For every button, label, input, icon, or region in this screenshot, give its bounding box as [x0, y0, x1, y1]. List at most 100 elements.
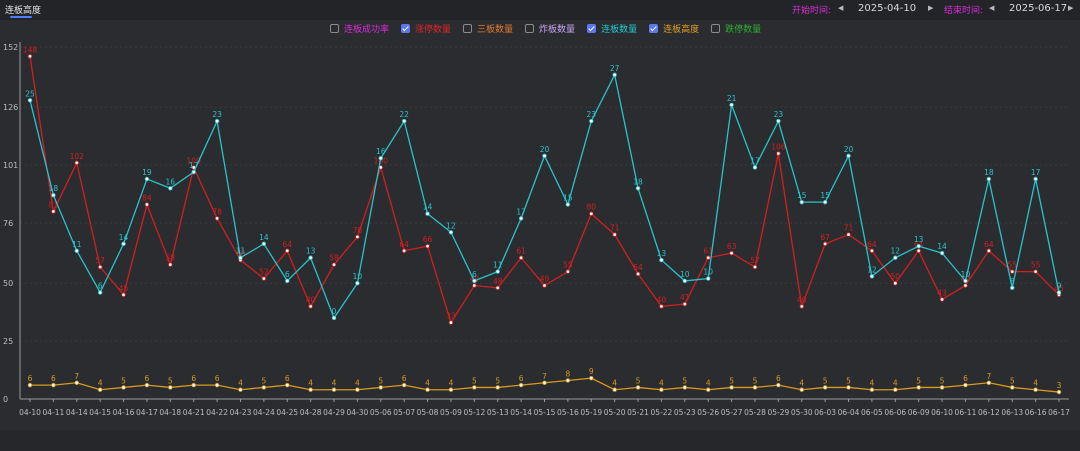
- data-label: 0: [332, 307, 337, 316]
- data-point: [308, 304, 313, 309]
- data-point: [331, 387, 337, 392]
- data-point: [74, 160, 79, 165]
- data-point: [74, 380, 79, 385]
- data-point: [331, 262, 337, 267]
- data-label: 13: [657, 249, 667, 258]
- x-tick-label: 05-06: [370, 408, 392, 417]
- data-point: [27, 382, 33, 388]
- x-tick-label: 04-15: [89, 408, 111, 417]
- y-tick-label: 25: [3, 337, 13, 346]
- data-label: 58: [166, 254, 176, 263]
- data-point: [963, 278, 968, 284]
- data-label: 5: [940, 376, 945, 385]
- x-tick-label: 04-25: [276, 408, 298, 417]
- data-label: 7: [542, 372, 547, 381]
- data-label: 10: [353, 272, 363, 281]
- data-point: [472, 278, 477, 284]
- data-point: [472, 385, 477, 390]
- line-chart: 025507610112615204-10 04-11 04-14 04-15 04-1…: [3, 42, 1070, 417]
- data-point: [635, 385, 641, 390]
- data-point: [1033, 387, 1038, 392]
- data-point: [893, 281, 898, 286]
- data-label: 70: [353, 226, 363, 235]
- data-label: 17: [750, 156, 760, 165]
- data-label: 6: [776, 374, 781, 383]
- bottom-scroll-area[interactable]: [0, 430, 1080, 451]
- data-point: [121, 385, 126, 390]
- x-tick-label: 06-03: [814, 408, 836, 417]
- data-point: [74, 248, 79, 253]
- x-tick-label: 06-17: [1048, 408, 1070, 417]
- data-point: [916, 248, 921, 253]
- data-point: [589, 211, 594, 216]
- data-label: 4: [238, 379, 243, 388]
- data-label: 71: [844, 224, 854, 233]
- data-point: [238, 255, 243, 260]
- data-point: [659, 257, 664, 263]
- data-point: [986, 248, 992, 253]
- data-label: 41: [680, 293, 690, 302]
- x-tick-label: 06-05: [861, 408, 883, 417]
- x-tick-label: 05-28: [744, 408, 766, 417]
- data-point: [776, 382, 781, 388]
- x-tick-label: 05-16: [557, 408, 579, 417]
- data-label: 4: [612, 379, 617, 388]
- data-label: 23: [586, 110, 596, 119]
- data-point: [963, 283, 968, 288]
- data-point: [261, 385, 267, 390]
- data-label: 4: [425, 379, 430, 388]
- data-label: 61: [516, 247, 526, 256]
- x-tick-label: 04-24: [253, 408, 275, 417]
- data-label: 67: [820, 233, 830, 242]
- data-label: 4: [1033, 379, 1038, 388]
- data-point: [27, 54, 33, 59]
- data-point: [752, 165, 758, 170]
- data-label: 33: [446, 312, 456, 321]
- data-point: [1056, 290, 1062, 295]
- x-tick-label: 05-20: [604, 408, 626, 417]
- data-point: [612, 232, 617, 237]
- data-label: 5: [729, 376, 734, 385]
- x-tick-label: 06-06: [884, 408, 906, 417]
- data-point: [869, 274, 875, 279]
- data-point: [168, 262, 173, 267]
- data-label: 18: [49, 184, 59, 193]
- data-point: [565, 202, 571, 207]
- data-point: [612, 72, 617, 77]
- data-label: 9: [589, 367, 594, 376]
- x-tick-label: 06-13: [1001, 408, 1023, 417]
- data-label: 15: [563, 193, 573, 202]
- data-point: [822, 241, 828, 247]
- data-point: [542, 380, 547, 385]
- data-point: [542, 283, 547, 288]
- y-tick-label: 76: [3, 219, 13, 228]
- data-point: [472, 283, 477, 288]
- data-point: [97, 290, 103, 295]
- data-label: 14: [259, 233, 269, 242]
- y-tick-label: 101: [3, 161, 18, 170]
- data-point: [355, 281, 360, 286]
- data-label: 57: [95, 256, 105, 265]
- data-label: 5: [636, 376, 641, 385]
- data-label: 5: [846, 376, 851, 385]
- data-point: [776, 118, 781, 124]
- data-point: [822, 385, 828, 390]
- data-label: 15: [820, 191, 830, 200]
- data-point: [682, 385, 688, 390]
- data-label: 7: [986, 372, 991, 381]
- data-label: 78: [212, 207, 222, 216]
- data-point: [706, 387, 711, 392]
- data-label: 4: [659, 379, 664, 388]
- data-point: [378, 155, 383, 161]
- data-label: 13: [914, 235, 924, 244]
- data-point: [542, 153, 547, 159]
- data-label: 40: [306, 295, 316, 304]
- data-label: 10: [703, 268, 713, 277]
- data-point: [1033, 269, 1038, 274]
- data-label: 25: [25, 89, 35, 98]
- data-label: 63: [727, 242, 737, 251]
- data-point: [565, 269, 571, 274]
- data-point: [939, 297, 945, 302]
- data-point: [706, 255, 711, 260]
- x-tick-label: 04-22: [206, 408, 228, 417]
